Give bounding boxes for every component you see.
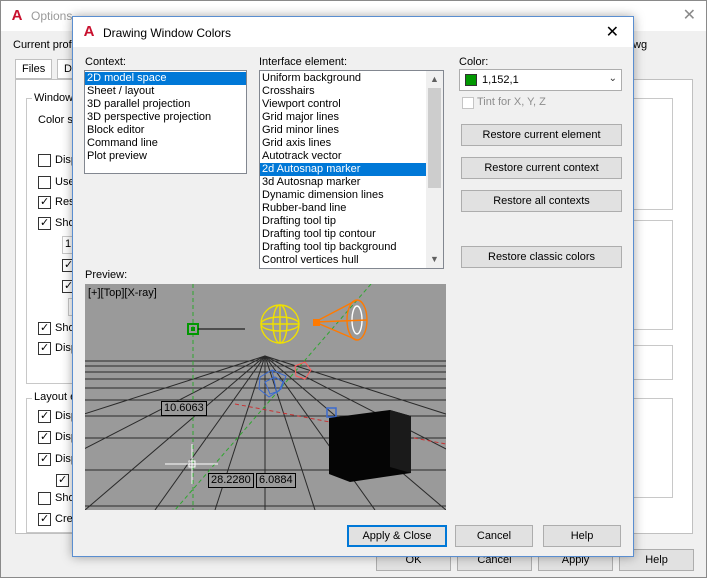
interface-element-item[interactable]: Rubber-band line: [260, 202, 443, 215]
layout-check-1[interactable]: [38, 409, 51, 423]
dynamic-dimension-input: 10.6063: [161, 401, 207, 416]
scroll-up-icon[interactable]: ▲: [426, 71, 443, 88]
apply-close-button[interactable]: Apply & Close: [347, 525, 447, 547]
autosnap-marker-2d-center: [191, 327, 195, 331]
help-button[interactable]: Help: [543, 525, 621, 547]
restore-current-element-button[interactable]: Restore current element: [461, 124, 622, 146]
interface-element-item[interactable]: Autotrack vector: [260, 150, 443, 163]
dialog-titlebar: A Drawing Window Colors ✕: [73, 17, 633, 47]
tint-xyz-label: Tint for X, Y, Z: [477, 96, 546, 108]
cone-wireframe: [314, 299, 368, 341]
interface-element-label: Interface element:: [259, 56, 348, 68]
restore-all-contexts-button[interactable]: Restore all contexts: [461, 190, 622, 212]
scroll-thumb[interactable]: [428, 88, 441, 188]
right-panel-box-1: [631, 98, 673, 210]
restore-classic-colors-button[interactable]: Restore classic colors: [461, 246, 622, 268]
tint-checkbox-box[interactable]: [462, 97, 474, 109]
preview-viewport: [+][Top][X-ray] 10.6063 28.2280 6.0884: [85, 284, 446, 510]
restore-current-context-button[interactable]: Restore current context: [461, 157, 622, 179]
context-label: Context:: [85, 56, 126, 68]
preview-label: Preview:: [85, 269, 128, 281]
interface-element-item[interactable]: Crosshairs: [260, 85, 443, 98]
options-title: Options: [31, 9, 73, 23]
current-drawing-label: wg: [633, 39, 648, 51]
drawing-window-colors-dialog: A Drawing Window Colors ✕ Context: 2D mo…: [72, 16, 634, 557]
dynamic-y-input: 6.0884: [256, 473, 296, 488]
layout-check-5[interactable]: [38, 492, 51, 505]
interface-element-listbox[interactable]: Uniform background Crosshairs Viewport c…: [259, 70, 444, 269]
color-swatch: [465, 74, 477, 86]
dynamic-x-input: 28.2280: [208, 473, 254, 488]
context-item[interactable]: 3D perspective projection: [85, 111, 246, 124]
cone-grip: [313, 319, 320, 326]
interface-element-item[interactable]: Drafting tool tip: [260, 215, 443, 228]
context-item[interactable]: Block editor: [85, 124, 246, 137]
autocad-logo-icon: A: [11, 7, 23, 24]
right-panel-box-4: [631, 398, 673, 498]
interface-element-item[interactable]: Dynamic dimension lines: [260, 189, 443, 202]
interface-element-item[interactable]: Viewport control: [260, 98, 443, 111]
layout-check-3[interactable]: [38, 452, 51, 466]
window-check-4[interactable]: [38, 216, 51, 230]
window-check-3[interactable]: [38, 195, 51, 209]
sphere-wireframe: [260, 304, 300, 344]
window-check-1[interactable]: [38, 154, 51, 167]
interface-element-item[interactable]: Grid axis lines: [260, 137, 443, 150]
color-dropdown[interactable]: 1,152,1 ⌄: [459, 69, 622, 91]
window-check-8[interactable]: [38, 341, 51, 355]
options-close-icon[interactable]: ✕: [683, 5, 696, 25]
close-icon[interactable]: ✕: [606, 22, 619, 42]
viewport-caption: [+][Top][X-ray]: [88, 287, 157, 299]
context-item[interactable]: 2D model space: [85, 72, 246, 85]
blue-wireframe-object: [258, 369, 287, 398]
interface-element-item[interactable]: 2d Autosnap marker: [260, 163, 426, 176]
scroll-down-icon[interactable]: ▼: [426, 251, 443, 268]
color-value: 1,152,1: [482, 74, 519, 86]
tab-files[interactable]: Files: [15, 59, 53, 79]
context-item[interactable]: Plot preview: [85, 150, 246, 163]
window-elements-group-label: Window: [32, 92, 76, 104]
interface-element-item[interactable]: Drafting tool tip background: [260, 241, 443, 254]
color-label: Color:: [459, 56, 489, 68]
layout-check-2[interactable]: [38, 430, 51, 444]
dialog-title: Drawing Window Colors: [103, 26, 232, 40]
window-check-2[interactable]: [38, 176, 51, 189]
interface-element-item[interactable]: Uniform background: [260, 72, 443, 85]
context-item[interactable]: Sheet / layout: [85, 85, 246, 98]
layout-check-6[interactable]: [38, 512, 51, 526]
context-item[interactable]: Command line: [85, 137, 246, 150]
right-panel-box-2: [631, 220, 673, 330]
black-box: [329, 410, 411, 482]
interface-element-item[interactable]: Drafting tool tip contour: [260, 228, 443, 241]
chevron-down-icon[interactable]: ⌄: [609, 73, 617, 84]
context-listbox[interactable]: 2D model space Sheet / layout 3D paralle…: [84, 70, 247, 174]
layout-check-4[interactable]: [56, 473, 69, 487]
interface-element-scrollbar[interactable]: ▲ ▼: [426, 71, 443, 268]
current-profile-label: Current profil: [13, 39, 77, 51]
interface-element-item[interactable]: Grid major lines: [260, 111, 443, 124]
interface-element-item[interactable]: Control vertices hull: [260, 254, 443, 267]
interface-element-item[interactable]: 3d Autosnap marker: [260, 176, 443, 189]
window-check-7[interactable]: [38, 321, 51, 335]
interface-element-item[interactable]: Grid minor lines: [260, 124, 443, 137]
right-panel-box-3: [631, 345, 673, 380]
context-item[interactable]: 3D parallel projection: [85, 98, 246, 111]
cancel-button[interactable]: Cancel: [455, 525, 533, 547]
autocad-logo-icon: A: [83, 23, 95, 40]
